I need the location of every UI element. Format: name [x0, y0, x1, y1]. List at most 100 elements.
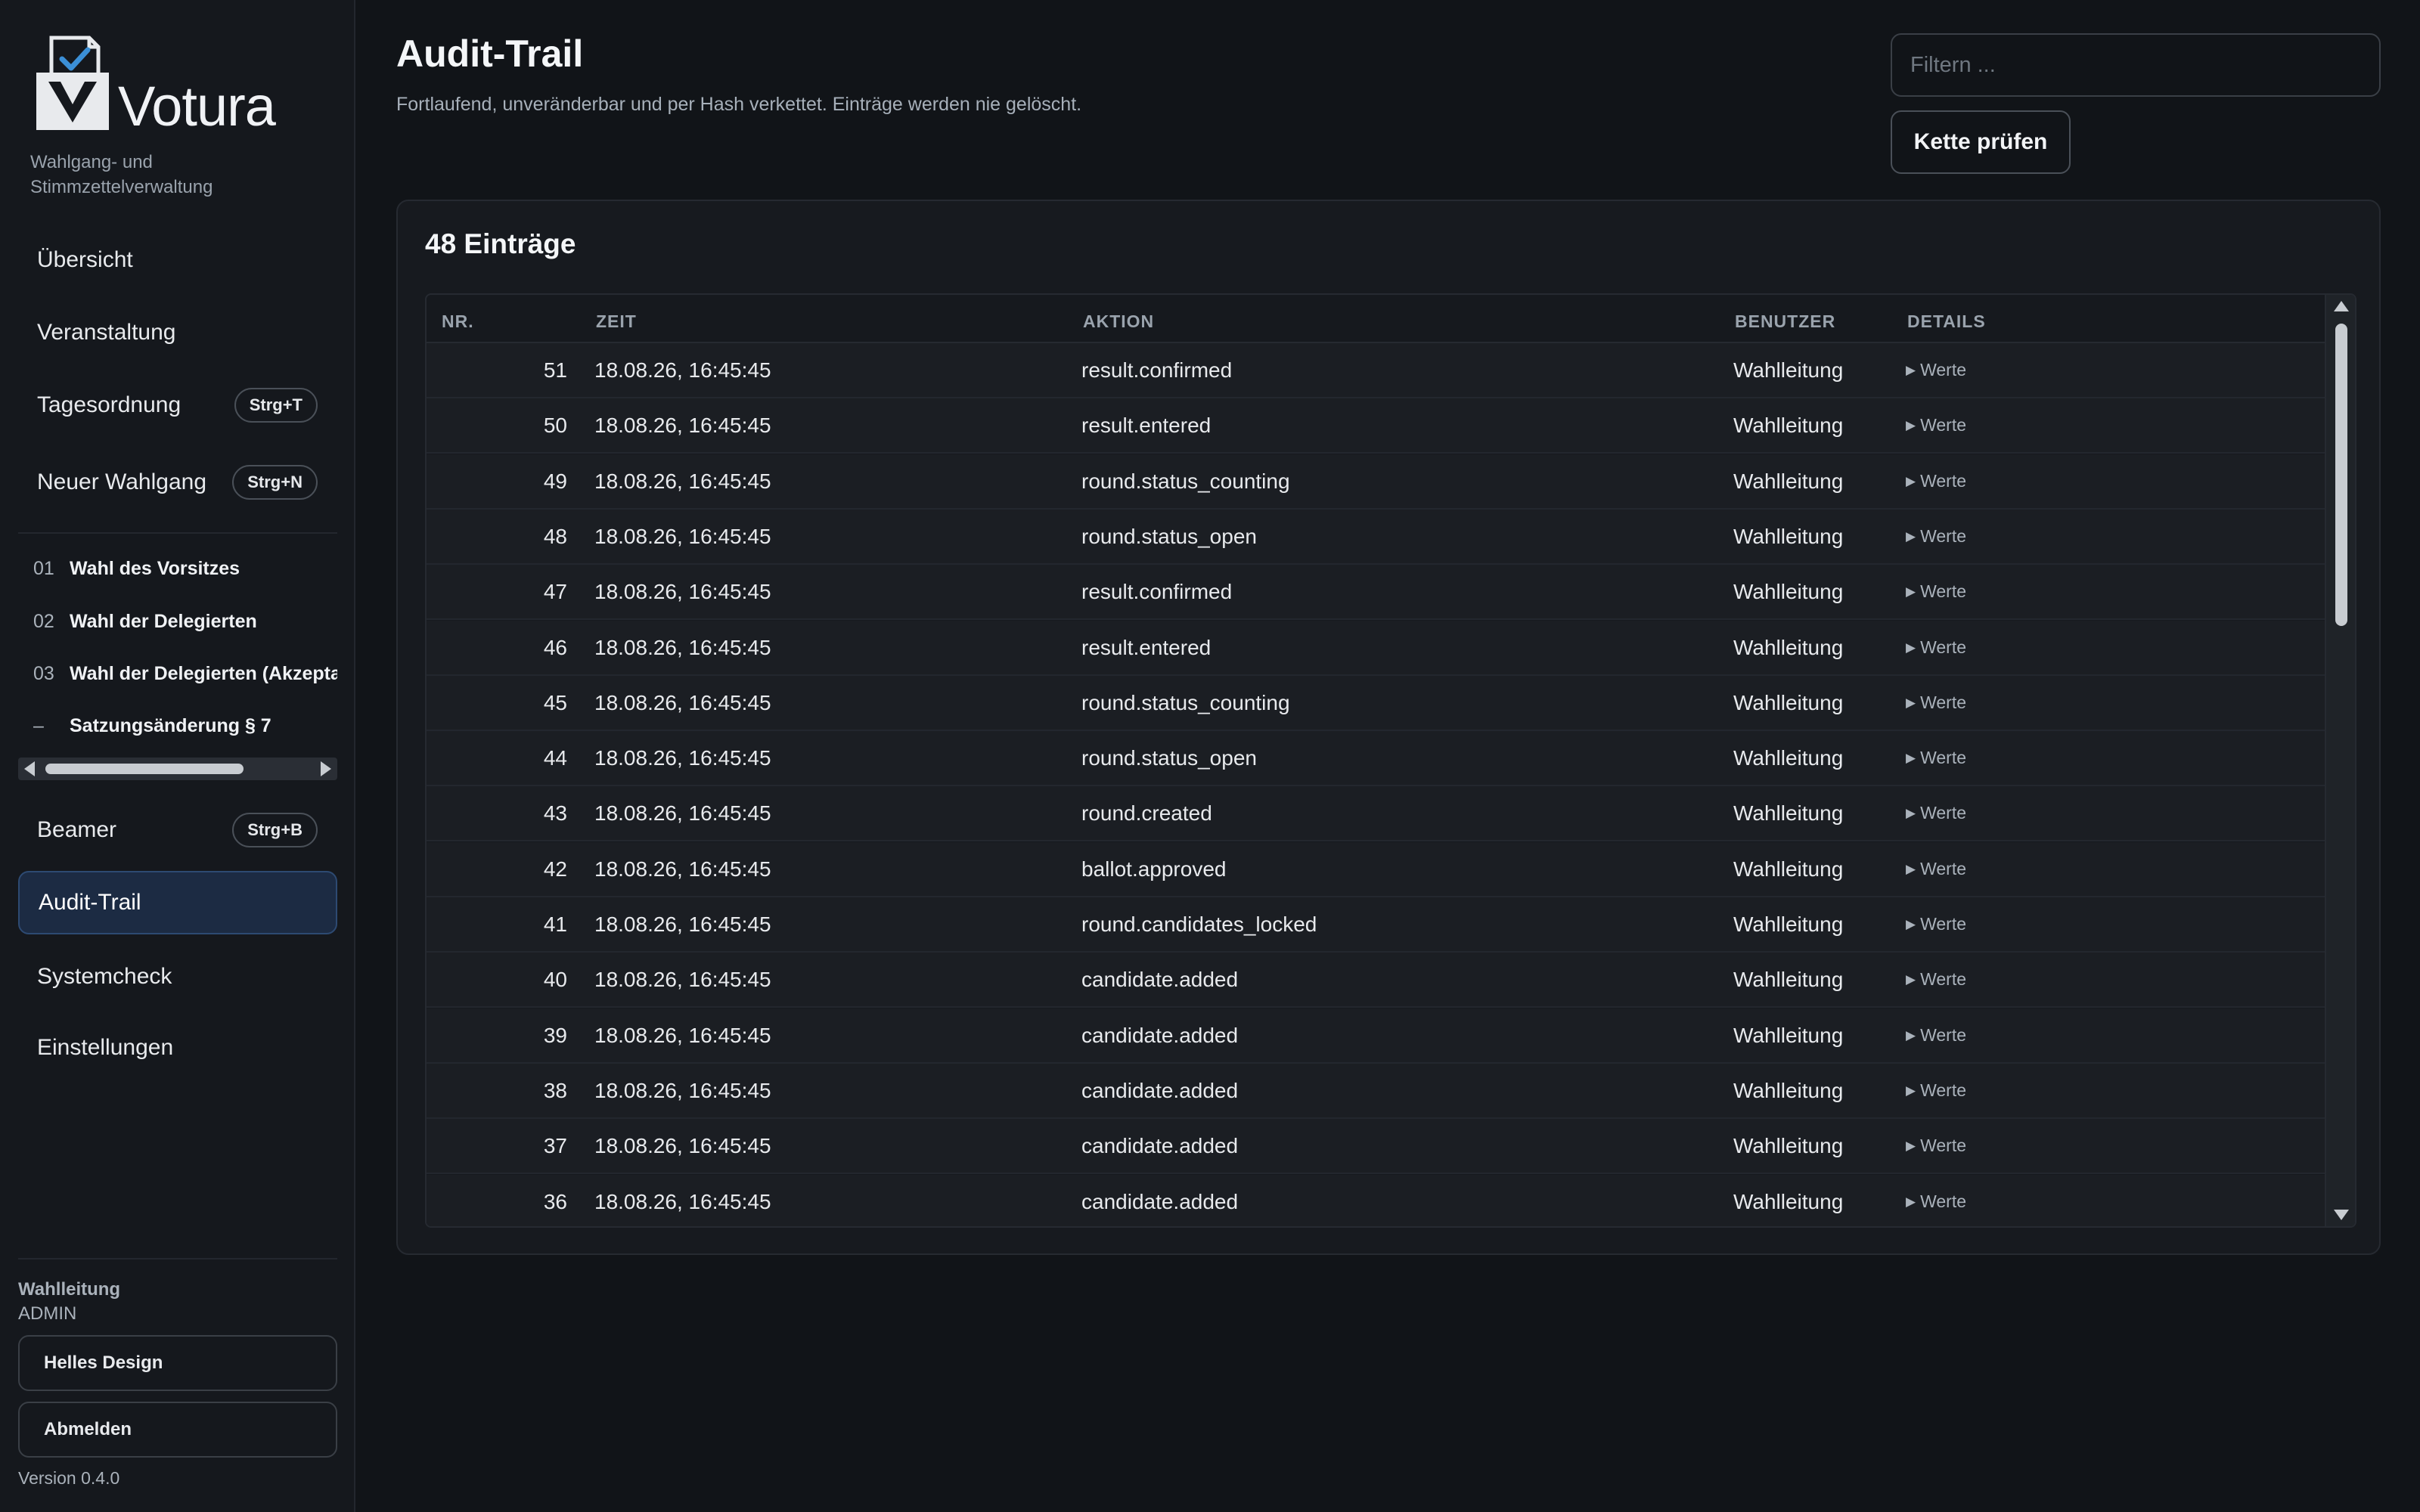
table-row[interactable]: 41 18.08.26, 16:45:45 round.candidates_loc… [427, 897, 2326, 953]
agenda-item[interactable]: 01 Wahl des Vorsitzes [18, 546, 337, 591]
cell-zeit: 18.08.26, 16:45:45 [594, 968, 771, 992]
nav-event[interactable]: Veranstaltung [18, 301, 337, 364]
column-header-benutzer[interactable]: BENUTZER [1735, 311, 1835, 332]
details-label: Werte [1920, 1136, 1967, 1156]
details-toggle[interactable]: ▶ Werte [1906, 565, 1966, 618]
logout-button[interactable]: Abmelden [18, 1402, 337, 1458]
expand-triangle-icon: ▶ [1906, 1083, 1916, 1098]
cell-benutzer: Wahlleitung [1733, 746, 1844, 770]
cell-nr: 37 [543, 1134, 567, 1158]
cell-zeit: 18.08.26, 16:45:45 [594, 635, 771, 659]
table-row[interactable]: 44 18.08.26, 16:45:45 round.status_open Wah… [427, 731, 2326, 787]
cell-benutzer: Wahlleitung [1733, 968, 1844, 992]
cell-aktion: round.candidates_locked [1081, 912, 1317, 936]
column-header-details[interactable]: DETAILS [1907, 311, 1986, 332]
column-header-aktion[interactable]: AKTION [1083, 311, 1154, 332]
table-row[interactable]: 37 18.08.26, 16:45:45 candidate.added Wahll… [427, 1119, 2326, 1175]
cell-zeit: 18.08.26, 16:45:45 [594, 1078, 771, 1102]
agenda-item-number: – [33, 714, 44, 736]
cell-benutzer: Wahlleitung [1733, 414, 1844, 438]
table-row[interactable]: 36 18.08.26, 16:45:45 candidate.added Wahll… [427, 1174, 2326, 1227]
details-label: Werte [1920, 360, 1967, 380]
app-logo[interactable]: Votura [35, 35, 284, 138]
cell-nr: 44 [543, 746, 567, 770]
agenda-item[interactable]: 03 Wahl der Delegierten (Akzeptanz) [18, 651, 337, 696]
details-toggle[interactable]: ▶ Werte [1906, 676, 1966, 730]
sidebar: Votura Wahlgang- und Stimmzettelverwaltu… [0, 0, 355, 1512]
expand-triangle-icon: ▶ [1906, 1027, 1916, 1043]
table-row[interactable]: 48 18.08.26, 16:45:45 round.status_open Wah… [427, 509, 2326, 565]
nav-agenda[interactable]: Tagesordnung Strg+T [18, 373, 337, 437]
details-toggle[interactable]: ▶ Werte [1906, 731, 1966, 785]
details-label: Werte [1920, 581, 1967, 602]
details-toggle[interactable]: ▶ Werte [1906, 1009, 1966, 1062]
nav-overview[interactable]: Übersicht [18, 228, 337, 292]
scroll-up-icon[interactable] [2334, 301, 2349, 311]
column-header-zeit[interactable]: ZEIT [596, 311, 637, 332]
nav-systemcheck[interactable]: Systemcheck [18, 945, 337, 1009]
details-toggle[interactable]: ▶ Werte [1906, 510, 1966, 563]
cell-benutzer: Wahlleitung [1733, 580, 1844, 604]
table-row[interactable]: 50 18.08.26, 16:45:45 result.entered Wahlle… [427, 398, 2326, 454]
divider [18, 1258, 337, 1259]
details-label: Werte [1920, 470, 1967, 491]
table-row[interactable]: 45 18.08.26, 16:45:45 round.status_countin… [427, 675, 2326, 731]
scrollbar-thumb[interactable] [45, 764, 244, 774]
table-row[interactable]: 42 18.08.26, 16:45:45 ballot.approved Wahll… [427, 841, 2326, 897]
details-toggle[interactable]: ▶ Werte [1906, 398, 1966, 452]
nav-new-round[interactable]: Neuer Wahlgang Strg+N [18, 451, 337, 514]
details-label: Werte [1920, 415, 1967, 435]
cell-aktion: round.status_counting [1081, 690, 1290, 714]
table-row[interactable]: 51 18.08.26, 16:45:45 result.confirmed Wahl… [427, 343, 2326, 398]
table-row[interactable]: 49 18.08.26, 16:45:45 round.status_countin… [427, 454, 2326, 510]
table-row[interactable]: 47 18.08.26, 16:45:45 result.confirmed Wahl… [427, 565, 2326, 621]
table-row[interactable]: 43 18.08.26, 16:45:45 round.created Wahllei… [427, 786, 2326, 842]
theme-toggle-button[interactable]: Helles Design [18, 1335, 337, 1391]
cell-aktion: result.confirmed [1081, 358, 1233, 382]
details-toggle[interactable]: ▶ Werte [1906, 343, 1966, 397]
expand-triangle-icon: ▶ [1906, 861, 1916, 876]
verify-chain-button[interactable]: Kette prüfen [1891, 110, 2071, 174]
scrollbar-thumb[interactable] [2335, 324, 2347, 626]
agenda-item[interactable]: – Satzungsänderung § 7 [18, 703, 337, 748]
cell-nr: 47 [543, 580, 567, 604]
agenda-item[interactable]: 02 Wahl der Delegierten [18, 599, 337, 644]
details-toggle[interactable]: ▶ Werte [1906, 786, 1966, 840]
details-toggle[interactable]: ▶ Werte [1906, 621, 1966, 674]
table-header: NR. ZEIT AKTION BENUTZER DETAILS [427, 295, 2326, 343]
details-toggle[interactable]: ▶ Werte [1906, 953, 1966, 1006]
details-toggle[interactable]: ▶ Werte [1906, 454, 1966, 508]
scroll-left-icon[interactable] [24, 761, 35, 776]
cell-aktion: candidate.added [1081, 1189, 1239, 1213]
cell-benutzer: Wahlleitung [1733, 912, 1844, 936]
scroll-right-icon[interactable] [321, 761, 331, 776]
details-toggle[interactable]: ▶ Werte [1906, 1175, 1966, 1227]
details-toggle[interactable]: ▶ Werte [1906, 842, 1966, 896]
column-header-nr[interactable]: NR. [442, 311, 474, 332]
details-toggle[interactable]: ▶ Werte [1906, 897, 1966, 951]
details-toggle[interactable]: ▶ Werte [1906, 1064, 1966, 1117]
agenda-item-title: Wahl der Delegierten [70, 610, 257, 632]
table-row[interactable]: 40 18.08.26, 16:45:45 candidate.added Wahll… [427, 953, 2326, 1009]
table-row[interactable]: 46 18.08.26, 16:45:45 result.entered Wahlle… [427, 620, 2326, 676]
nav-beamer[interactable]: Beamer Strg+B [18, 798, 337, 862]
cell-aktion: result.entered [1081, 635, 1212, 659]
table-row[interactable]: 39 18.08.26, 16:45:45 candidate.added Wahll… [427, 1008, 2326, 1064]
filter-input[interactable] [1891, 33, 2381, 97]
nav-settings[interactable]: Einstellungen [18, 1016, 337, 1080]
agenda-horizontal-scrollbar[interactable] [18, 758, 337, 780]
expand-triangle-icon: ▶ [1906, 473, 1916, 488]
expand-triangle-icon: ▶ [1906, 972, 1916, 987]
agenda-item-title: Wahl der Delegierten (Akzeptanz) [70, 662, 337, 684]
table-row[interactable]: 38 18.08.26, 16:45:45 candidate.added Wahll… [427, 1063, 2326, 1119]
audit-table: NR. ZEIT AKTION BENUTZER DETAILS 51 18.08… [425, 293, 2356, 1228]
table-vertical-scrollbar[interactable] [2325, 295, 2355, 1226]
details-label: Werte [1920, 803, 1967, 823]
cell-benutzer: Wahlleitung [1733, 524, 1844, 548]
scroll-down-icon[interactable] [2334, 1210, 2349, 1220]
nav-audit-trail[interactable]: Audit-Trail [18, 871, 337, 934]
details-toggle[interactable]: ▶ Werte [1906, 1119, 1966, 1173]
expand-triangle-icon: ▶ [1906, 806, 1916, 821]
page-subtitle: Fortlaufend, unveränderbar und per Hash … [396, 94, 1082, 115]
cell-aktion: candidate.added [1081, 1134, 1239, 1158]
